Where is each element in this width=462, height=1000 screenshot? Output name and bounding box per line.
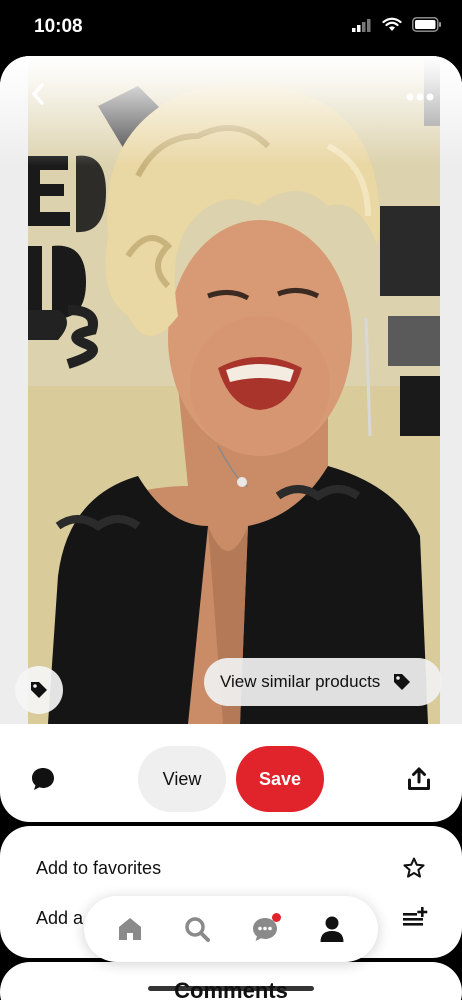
view-similar-products-button[interactable]: View similar products: [204, 658, 442, 706]
back-button[interactable]: [22, 78, 54, 110]
status-time: 10:08: [34, 16, 83, 37]
add-to-list-button[interactable]: Add a: [36, 908, 83, 929]
tag-icon: [31, 682, 47, 698]
speech-bubble-icon: [32, 768, 54, 790]
wifi-icon: [382, 17, 402, 31]
home-icon: [118, 918, 141, 940]
tag-icon: [394, 674, 411, 690]
pin-card: View similar products View Save: [0, 56, 462, 822]
battery-icon: [412, 17, 441, 32]
action-row: View Save: [0, 746, 462, 822]
add-to-list-icon-button[interactable]: [402, 906, 428, 928]
star-icon: [403, 857, 425, 878]
more-options-button[interactable]: [400, 82, 440, 112]
list-add-icon: [403, 907, 428, 926]
nav-home[interactable]: [110, 909, 150, 949]
add-to-favorites-button[interactable]: Add to favorites: [36, 858, 161, 879]
shop-tag-button[interactable]: [15, 666, 63, 714]
right-gutter: [440, 56, 462, 724]
pin-image[interactable]: [28, 56, 440, 724]
share-button[interactable]: [406, 766, 432, 792]
comments-card: Comments: [0, 962, 462, 1000]
nav-messages[interactable]: [245, 909, 285, 949]
bottom-nav-bar: [84, 896, 378, 962]
similar-products-label: View similar products: [220, 672, 381, 691]
left-gutter: [0, 56, 28, 724]
search-icon: [185, 917, 211, 942]
profile-icon: [320, 916, 344, 942]
nav-search[interactable]: [177, 909, 217, 949]
status-icons: [352, 17, 442, 32]
ellipsis-icon: [406, 93, 434, 101]
share-icon: [408, 767, 430, 790]
status-bar: 10:08: [0, 0, 462, 56]
save-button[interactable]: Save: [236, 746, 324, 812]
signal-icon: [352, 18, 371, 32]
home-indicator: [148, 986, 314, 991]
notification-dot: [271, 913, 281, 922]
nav-profile[interactable]: [312, 909, 352, 949]
chevron-left-icon: [32, 83, 44, 105]
comment-button[interactable]: [30, 766, 56, 792]
view-button[interactable]: View: [138, 746, 226, 812]
favorite-button[interactable]: [402, 856, 426, 880]
